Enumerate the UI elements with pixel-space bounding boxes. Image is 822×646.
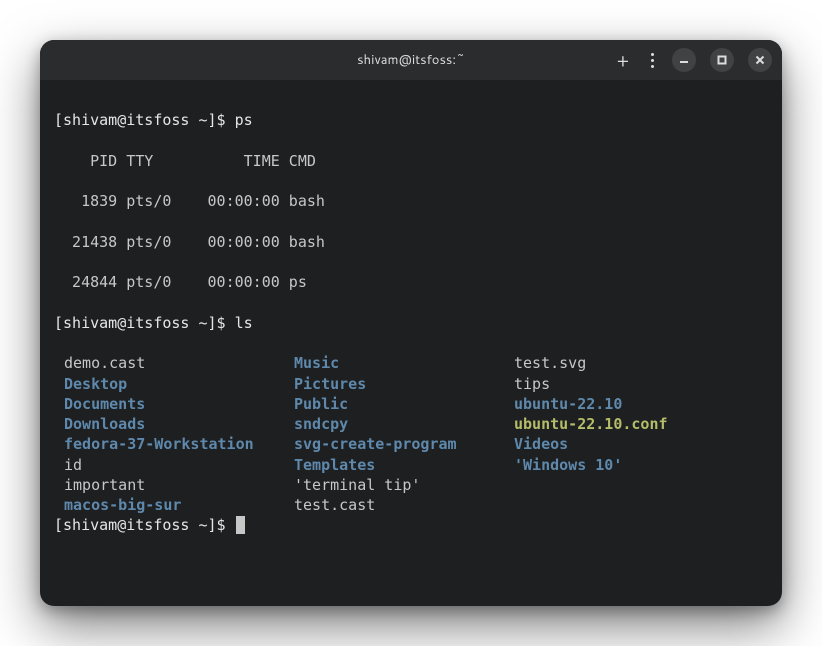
terminal-window: shivam@itsfoss:~ + [shivam@itsfoss ~]$ p… (40, 40, 782, 606)
minimize-button[interactable] (672, 48, 696, 72)
ls-entry: sndcpy (294, 414, 514, 434)
ls-entry: Templates (294, 455, 514, 475)
ls-column: demo.castDesktopDocumentsDownloadsfedora… (54, 353, 294, 515)
ls-entry: fedora-37-Workstation (64, 434, 294, 454)
ls-entry: important (64, 475, 294, 495)
ls-entry: test.cast (294, 495, 514, 515)
ls-output: demo.castDesktopDocumentsDownloadsfedora… (54, 353, 768, 515)
ls-entry: Music (294, 353, 514, 373)
ls-entry: Downloads (64, 414, 294, 434)
ls-entry: ubuntu-22.10 (514, 394, 768, 414)
ps-header: PID TTY TIME CMD (54, 151, 768, 171)
cursor (236, 516, 245, 534)
ls-column: MusicPicturesPublicsndcpysvg-create-prog… (294, 353, 514, 515)
terminal-body[interactable]: [shivam@itsfoss ~]$ ps PID TTY TIME CMD … (40, 80, 782, 606)
ls-entry: Videos (514, 434, 768, 454)
prompt-line: [shivam@itsfoss ~]$ (54, 515, 768, 535)
ls-column: test.svgtipsubuntu-22.10ubuntu-22.10.con… (514, 353, 768, 515)
maximize-icon (716, 54, 728, 66)
titlebar: shivam@itsfoss:~ + (40, 40, 782, 80)
ls-entry: Public (294, 394, 514, 414)
ls-entry: test.svg (514, 353, 768, 373)
ls-entry: macos-big-sur (64, 495, 294, 515)
ls-entry: 'terminal tip' (294, 475, 514, 495)
ls-entry: tips (514, 374, 768, 394)
ls-entry: Desktop (64, 374, 294, 394)
ls-entry: ubuntu-22.10.conf (514, 414, 768, 434)
menu-button[interactable] (647, 49, 658, 72)
new-tab-button[interactable]: + (613, 47, 633, 73)
ls-entry: Pictures (294, 374, 514, 394)
command-text: ps (235, 111, 253, 129)
close-icon (754, 54, 766, 66)
ps-row: 21438 pts/0 00:00:00 bash (54, 232, 768, 252)
ls-entry: demo.cast (64, 353, 294, 373)
ls-entry: Documents (64, 394, 294, 414)
ls-entry: svg-create-program (294, 434, 514, 454)
command-text: ls (235, 314, 253, 332)
prompt-line: [shivam@itsfoss ~]$ ls (54, 313, 768, 333)
ps-row: 24844 pts/0 00:00:00 ps (54, 272, 768, 292)
close-button[interactable] (748, 48, 772, 72)
ps-row: 1839 pts/0 00:00:00 bash (54, 191, 768, 211)
titlebar-actions: + (613, 47, 772, 73)
maximize-button[interactable] (710, 48, 734, 72)
ls-entry: 'Windows 10' (514, 455, 768, 475)
minimize-icon (678, 54, 690, 66)
ls-entry: id (64, 455, 294, 475)
prompt-line: [shivam@itsfoss ~]$ ps (54, 110, 768, 130)
